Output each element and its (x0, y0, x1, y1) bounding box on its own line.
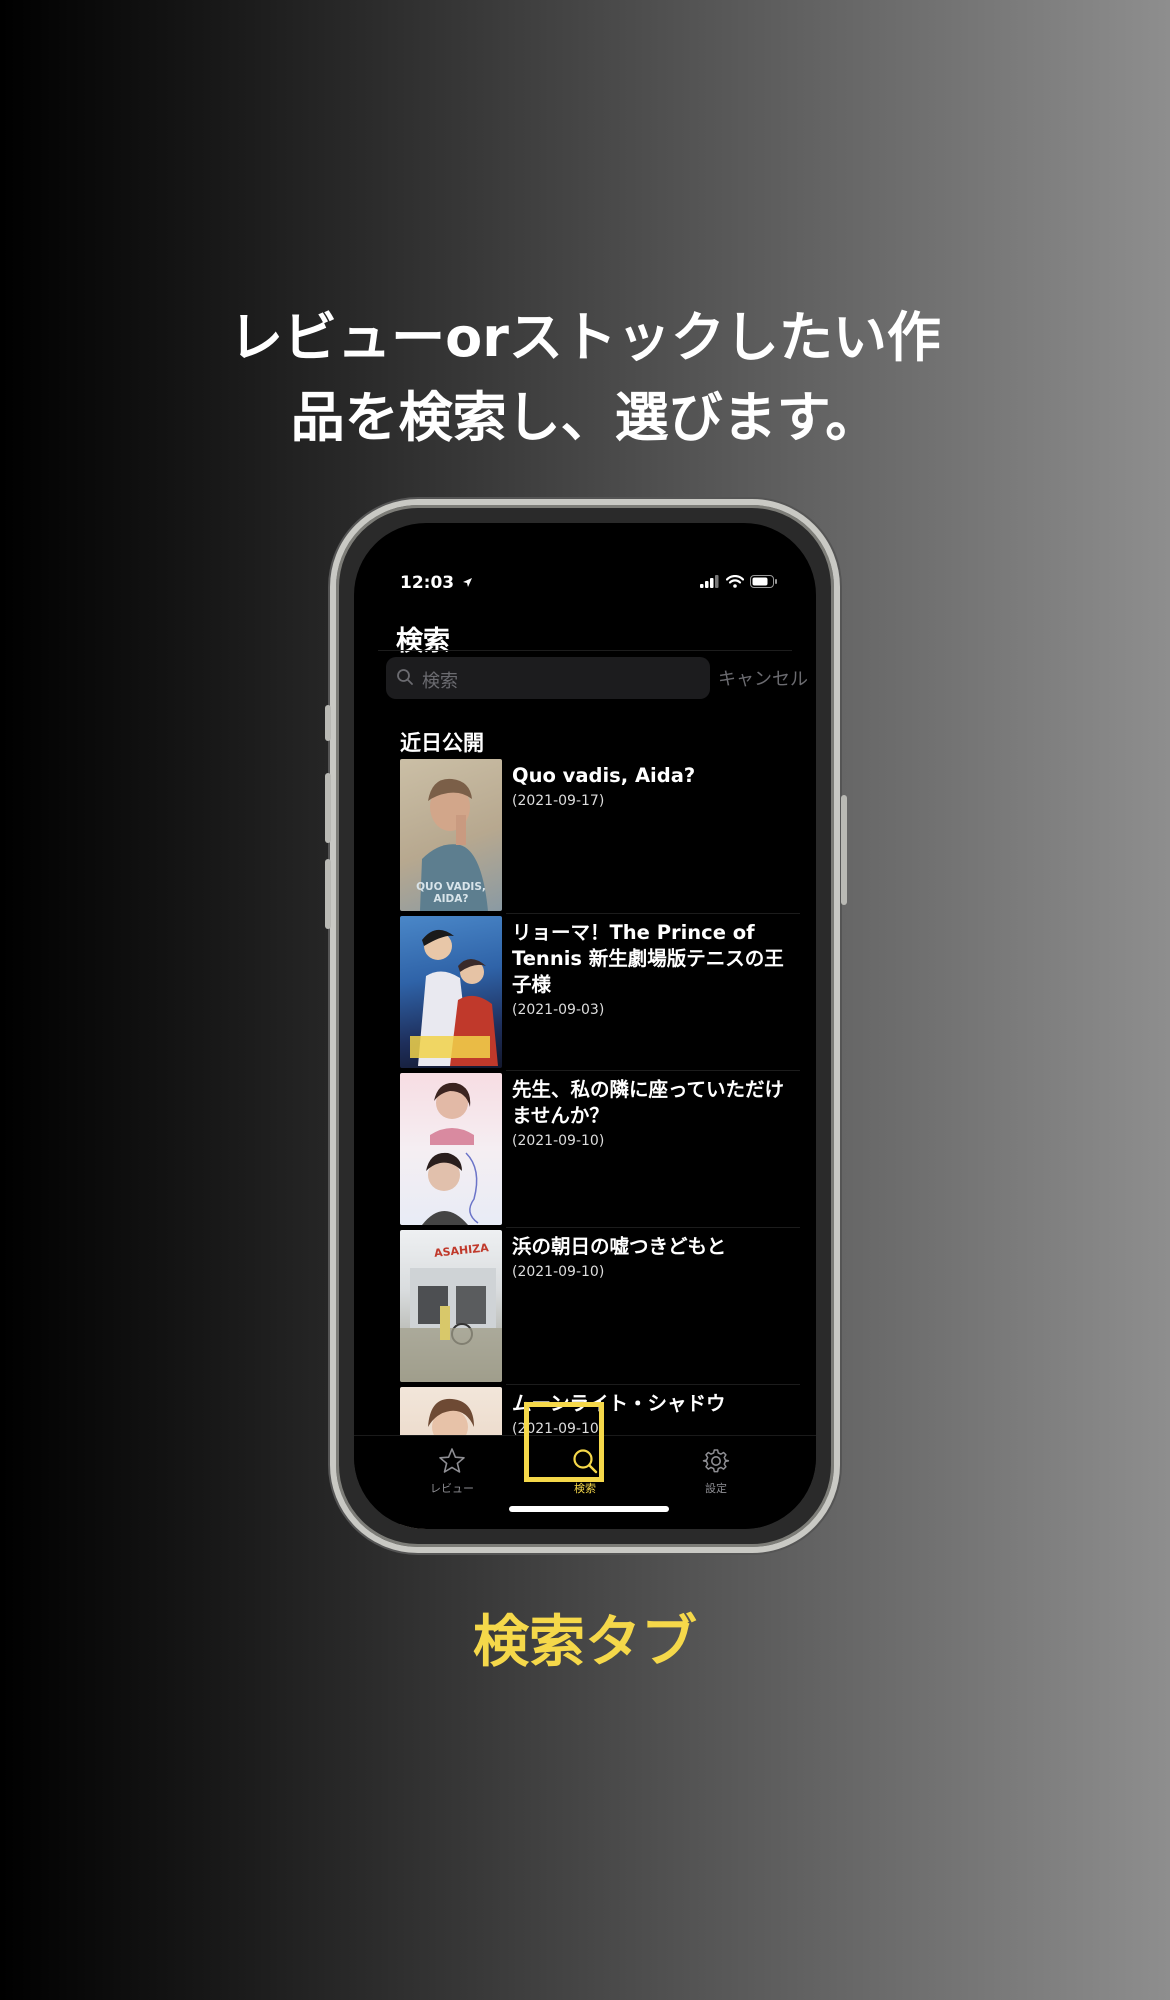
status-icons (700, 575, 778, 588)
promo-headline-line1: レビューorストックしたい作 (229, 306, 941, 369)
cancel-button[interactable]: キャンセル (718, 665, 808, 691)
poster-art (410, 929, 498, 1066)
gear-icon (702, 1449, 730, 1473)
movie-title-text: Quo vadis, Aida? (512, 764, 696, 787)
release-date: (2021-09-17) (512, 793, 605, 809)
power-button (841, 795, 847, 905)
location-arrow-icon (463, 578, 473, 587)
tab-review[interactable]: レビュー (412, 1446, 492, 1496)
list-item[interactable]: QUO VADIS, AIDA? Quo vadis, Aida? (2021-… (400, 757, 800, 914)
tab-label: 検索 (574, 1482, 596, 1495)
search-input[interactable]: 検索 (386, 657, 710, 699)
movie-poster: ASAHIZA (400, 1230, 502, 1382)
mute-switch (325, 705, 331, 741)
nav-divider (378, 650, 792, 651)
search-icon (397, 669, 413, 685)
status-bar: 12:03 (354, 573, 816, 597)
tab-label: レビュー (430, 1482, 474, 1495)
list-item[interactable]: ASAHIZA 浜の朝日の嘘つきどもと (2021-09-10) (400, 1228, 800, 1385)
movie-title-text: 浜の朝日の嘘つきどもと (512, 1235, 727, 1258)
cellular-signal-icon (700, 575, 719, 588)
status-time-text: 12:03 (400, 573, 455, 593)
status-time: 12:03 (400, 573, 473, 593)
movie-title: リョーマ！The Prince of Tennis 新生劇場版テニスの王子様 (… (512, 920, 802, 1020)
page-title: 検索 (396, 626, 450, 657)
promo-headline-line2: 品を検索し、選びます。 (290, 386, 880, 449)
wifi-icon (726, 575, 744, 588)
phone-frame: 12:03 検索 検索 キャンセル 近日公開 QUO VADIS, AIDA? … (325, 499, 847, 1553)
volume-down-button (325, 859, 331, 929)
release-date: (2021-09-10) (512, 1264, 605, 1280)
movie-title: Quo vadis, Aida? (2021-09-17) (512, 763, 802, 811)
tab-label: 設定 (705, 1482, 727, 1495)
release-date: (2021-09-03) (512, 1002, 605, 1018)
movie-title: 先生、私の隣に座っていただけませんか？ (2021-09-10) (512, 1077, 802, 1151)
list-item[interactable]: 先生、私の隣に座っていただけませんか？ (2021-09-10) (400, 1071, 800, 1228)
home-indicator (509, 1506, 669, 1512)
app-screen: 12:03 検索 検索 キャンセル 近日公開 QUO VADIS, AIDA? … (354, 523, 816, 1529)
volume-up-button (325, 773, 331, 843)
battery-icon (750, 575, 777, 588)
movie-title-text: リョーマ！The Prince of Tennis 新生劇場版テニスの王子様 (512, 921, 784, 996)
poster-art (422, 1082, 479, 1225)
movie-poster (400, 1073, 502, 1225)
movie-poster: QUO VADIS, AIDA? (400, 759, 502, 911)
poster-title-text: QUO VADIS, AIDA? (416, 881, 486, 905)
promo-headline: レビューorストックしたい作 品を検索し、選びます。 (0, 298, 1170, 458)
movie-poster (400, 916, 502, 1068)
section-header: 近日公開 (400, 731, 484, 755)
release-date: (2021-09-10) (512, 1133, 605, 1149)
movie-title-text: 先生、私の隣に座っていただけませんか？ (512, 1078, 785, 1127)
tab-settings[interactable]: 設定 (676, 1446, 756, 1496)
search-placeholder: 検索 (422, 671, 458, 692)
star-icon (439, 1448, 465, 1473)
highlight-box (524, 1402, 604, 1482)
movie-title: 浜の朝日の嘘つきどもと (2021-09-10) (512, 1234, 802, 1282)
list-item[interactable]: リョーマ！The Prince of Tennis 新生劇場版テニスの王子様 (… (400, 914, 800, 1071)
promo-caption: 検索タブ (473, 1610, 697, 1675)
